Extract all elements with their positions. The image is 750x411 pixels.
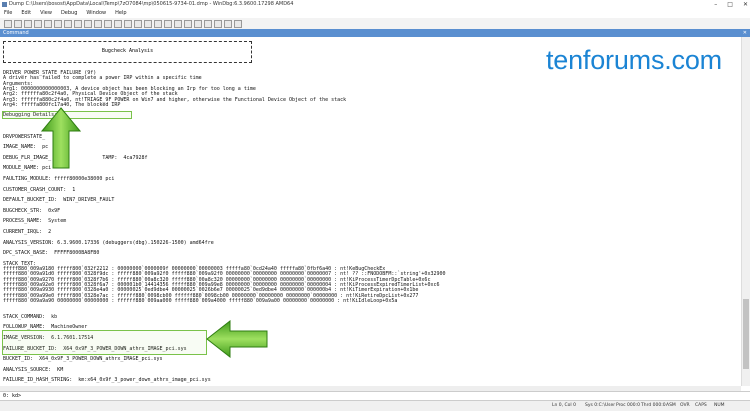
menu-view[interactable]: View (36, 9, 57, 18)
minimize-button[interactable]: – (714, 0, 717, 9)
watch-icon[interactable] (144, 20, 152, 28)
site-watermark: tenforums.com (546, 45, 722, 75)
step-into-icon[interactable] (84, 20, 92, 28)
output-line: FAILURE_ID_HASH_STRING: km:x64_0x9f_3_po… (3, 377, 211, 384)
output-line: BUCKET_ID: X64_0x9F_3_POWER_DOWN_athrx_I… (3, 356, 163, 363)
menu-debug[interactable]: Debug (57, 9, 82, 18)
scrollbar-thumb[interactable] (743, 299, 749, 369)
menu-window[interactable]: Window (82, 9, 111, 18)
registers-icon[interactable] (164, 20, 172, 28)
status-bar: Ln 0, Col 0 Sys 0:C:\User Proc 000:0 Thr… (0, 400, 750, 411)
output-line: PROCESS_NAME: System (3, 218, 67, 225)
left-arrow-icon (206, 320, 268, 358)
output-line: ANALYSIS_VERSION: 6.3.9600.17336 (debugg… (3, 239, 214, 246)
locals-icon[interactable] (154, 20, 162, 28)
command-pane-header: Command ✕ (0, 29, 750, 37)
command-pane-title: Command (3, 30, 29, 36)
menu-help[interactable]: Help (111, 9, 131, 18)
breakpoint-icon[interactable] (124, 20, 132, 28)
window-controls: – □ ✕ (714, 0, 748, 9)
step-over-icon[interactable] (94, 20, 102, 28)
window-title: Dump C:\Users\bosost\AppData\Local\Temp\… (9, 1, 294, 7)
go-icon[interactable] (44, 20, 52, 28)
break-icon[interactable] (74, 20, 82, 28)
output-line: FAULTING_MODULE: fffff80000e38000 pci (3, 176, 115, 182)
output-line: CURRENT_IRQL: 2 (3, 229, 52, 235)
output-line: BUGCHECK_STR: 0x9F (3, 207, 61, 214)
bugcheck-banner-title: Bugcheck Analysis (101, 48, 154, 54)
source-mode-icon[interactable] (214, 20, 222, 28)
maximize-button[interactable]: □ (727, 0, 733, 9)
output-line: DRVPOWERSTATE_ (3, 133, 46, 140)
bugcheck-banner: Bugcheck Analysis (3, 41, 252, 63)
run-to-cursor-icon[interactable] (114, 20, 122, 28)
menu-file[interactable]: File (0, 9, 17, 18)
command-output[interactable]: Bugcheck Analysis DRIVER_POWER_STATE_FAI… (0, 37, 741, 386)
restart-icon[interactable] (54, 20, 62, 28)
paste-icon[interactable] (34, 20, 42, 28)
output-line: DPC_STACK_BASE: FFFFF8000BA8FB0 (3, 250, 100, 257)
disassembly-icon[interactable] (194, 20, 202, 28)
stop-icon[interactable] (64, 20, 72, 28)
output-line: CUSTOMER_CRASH_COUNT: 1 (3, 186, 76, 193)
close-button[interactable]: ✕ (743, 0, 748, 9)
menu-bar: File Edit View Debug Window Help (0, 9, 750, 18)
app-icon (2, 2, 7, 7)
step-out-icon[interactable] (104, 20, 112, 28)
menu-edit[interactable]: Edit (17, 9, 36, 18)
open-icon[interactable] (4, 20, 12, 28)
output-line: STACK_COMMAND: kb (3, 313, 58, 320)
font-icon[interactable] (224, 20, 232, 28)
copy-icon[interactable] (24, 20, 32, 28)
command-window-icon[interactable] (134, 20, 142, 28)
scratch-pad-icon[interactable] (204, 20, 212, 28)
options-icon[interactable] (234, 20, 242, 28)
window-titlebar: Dump C:\Users\bosost\AppData\Local\Temp\… (0, 0, 750, 9)
command-pane-close-icon[interactable]: ✕ (743, 29, 747, 37)
output-line: ANALYSIS_SOURCE: KM (3, 366, 64, 373)
highlight-bucket-ids (2, 330, 207, 355)
cut-icon[interactable] (14, 20, 22, 28)
call-stack-icon[interactable] (184, 20, 192, 28)
output-line: fffff880`009a9a90 00000000`00000000 : ff… (3, 297, 398, 304)
memory-icon[interactable] (174, 20, 182, 28)
up-arrow-icon (41, 107, 81, 169)
vertical-scrollbar[interactable] (741, 37, 750, 386)
output-line: DEFAULT_BUCKET_ID: WIN7_DRIVER_FAULT (3, 197, 115, 204)
